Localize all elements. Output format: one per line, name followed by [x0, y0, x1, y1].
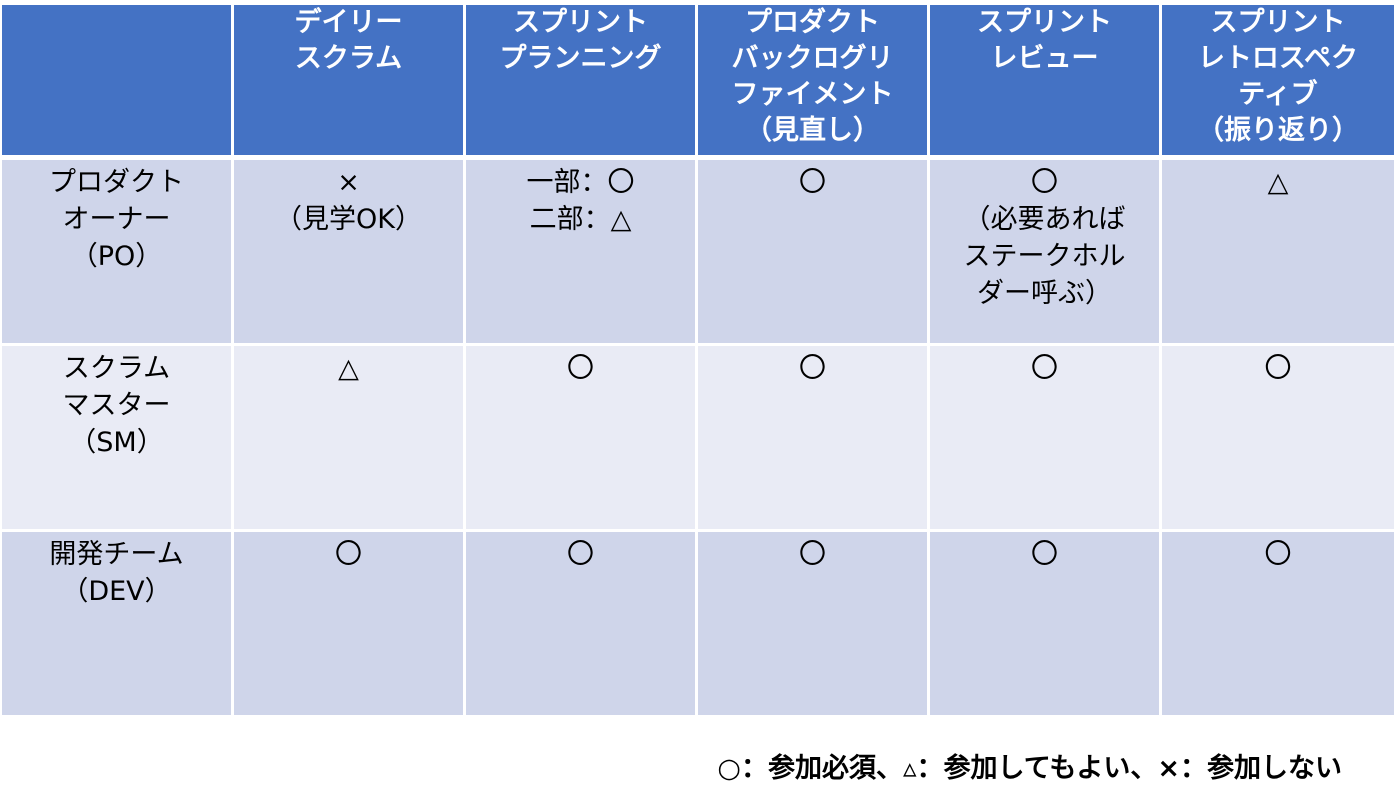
header-sprint-retrospective: スプリント レトロスペク ティブ （振り返り）	[1162, 5, 1394, 160]
table-cell: 〇	[466, 346, 698, 532]
role-product-owner: プロダクト オーナー （PO）	[2, 160, 234, 346]
legend: ○：参加必須、▵：参加してもよい、×：参加しない	[717, 753, 1342, 784]
table-cell: 〇	[930, 346, 1162, 532]
table-cell: △	[1162, 160, 1394, 346]
table-cell: 〇	[930, 532, 1162, 718]
table-cell: 一部：〇 二部：△	[466, 160, 698, 346]
table-cell: 〇	[466, 532, 698, 718]
table-cell: 〇	[234, 532, 466, 718]
header-corner	[2, 5, 234, 160]
table-cell: △	[234, 346, 466, 532]
role-development-team: 開発チーム （DEV）	[2, 532, 234, 718]
header-daily-scrum: デイリー スクラム	[234, 5, 466, 160]
slide: デイリー スクラム スプリント プランニング プロダクト バックログリ ファイメ…	[0, 0, 1400, 805]
table-cell: 〇	[698, 532, 930, 718]
table-cell: × （見学OK）	[234, 160, 466, 346]
role-scrum-master: スクラム マスター （SM）	[2, 346, 234, 532]
table-cell: 〇	[1162, 532, 1394, 718]
header-sprint-planning: スプリント プランニング	[466, 5, 698, 160]
table-cell: 〇	[698, 346, 930, 532]
table-cell: 〇	[698, 160, 930, 346]
header-backlog-refinement: プロダクト バックログリ ファイメント （見直し）	[698, 5, 930, 160]
table-cell: 〇 （必要あれば ステークホル ダー呼ぶ）	[930, 160, 1162, 346]
table-cell: 〇	[1162, 346, 1394, 532]
participation-table: デイリー スクラム スプリント プランニング プロダクト バックログリ ファイメ…	[2, 5, 1398, 718]
header-sprint-review: スプリント レビュー	[930, 5, 1162, 160]
